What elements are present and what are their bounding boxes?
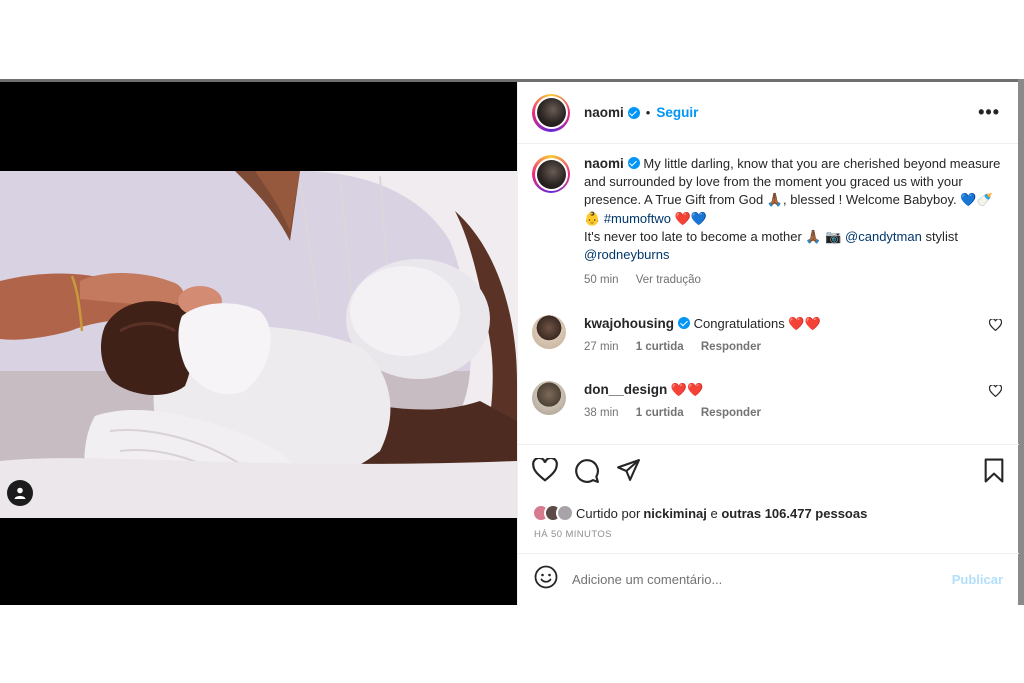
verified-icon — [627, 157, 640, 169]
post-caption: naomi My little darling, know that you a… — [532, 155, 1002, 286]
comment-likes[interactable]: 1 curtida — [636, 407, 684, 419]
avatar[interactable] — [532, 315, 566, 349]
likes-count[interactable]: outras 106.477 pessoas — [721, 506, 867, 521]
add-comment-bar: Publicar — [518, 553, 1019, 605]
caption-line2: It's never too late to become a mother 🙏… — [584, 228, 846, 244]
heart-icon[interactable] — [532, 456, 558, 487]
avatar[interactable] — [532, 93, 570, 132]
post-details-panel: naomi • Seguir ••• naomi My little darli… — [517, 82, 1019, 605]
comment-meta: 27 min 1 curtida Responder — [584, 341, 1002, 353]
reply-button[interactable]: Responder — [701, 341, 761, 353]
mention-link[interactable]: @candytman — [845, 229, 922, 244]
comment-username[interactable]: don__design — [584, 382, 667, 397]
comment-time: 38 min — [584, 407, 619, 419]
verified-icon — [678, 317, 691, 329]
comments-list[interactable]: naomi My little darling, know that you a… — [518, 145, 1019, 444]
baby-photo-illustration — [0, 171, 517, 518]
post-timestamp: HÁ 50 MINUTOS — [534, 529, 612, 540]
comment-text: ❤️❤️ — [670, 382, 704, 397]
post-photo[interactable] — [0, 171, 517, 518]
caption-time: 50 min — [584, 274, 619, 287]
action-bar — [532, 456, 1006, 489]
post-header: naomi • Seguir ••• — [518, 82, 1018, 144]
likes-conjunction: e — [706, 505, 722, 521]
avatar[interactable] — [532, 381, 566, 415]
translate-link[interactable]: Ver tradução — [636, 274, 701, 286]
comment-icon[interactable] — [574, 458, 600, 489]
comment-body: kwajohousing Congratulations ❤️❤️ — [584, 315, 1002, 333]
comment-time: 27 min — [584, 341, 619, 353]
liker-username[interactable]: nickiminaj — [643, 506, 707, 521]
publish-button[interactable]: Publicar — [952, 572, 1003, 587]
emoji-icon[interactable] — [534, 565, 558, 594]
comment-username[interactable]: kwajohousing — [584, 316, 674, 331]
comment-input[interactable] — [572, 572, 942, 587]
comment-likes[interactable]: 1 curtida — [636, 341, 684, 353]
comment-text: Congratulations ❤️❤️ — [693, 316, 821, 331]
follow-button[interactable]: Seguir — [656, 105, 698, 120]
section-divider — [518, 444, 1019, 445]
caption-emojis: ❤️💙 — [671, 210, 708, 226]
caption-avatar[interactable] — [532, 155, 570, 193]
author-username[interactable]: naomi — [584, 105, 624, 120]
caption-username[interactable]: naomi — [584, 156, 624, 171]
caption-meta: 50 min Ver tradução — [584, 274, 1002, 286]
caption-line3: stylist — [921, 228, 958, 244]
comment-body: don__design ❤️❤️ — [584, 381, 1002, 399]
reply-button[interactable]: Responder — [701, 407, 761, 419]
bookmark-icon[interactable] — [983, 458, 1005, 488]
comment-meta: 38 min 1 curtida Responder — [584, 407, 1002, 419]
likes-prefix: Curtido por — [576, 505, 641, 521]
ellipsis-icon[interactable]: ••• — [978, 102, 1000, 123]
hashtag-link[interactable]: #mumoftwo — [604, 211, 671, 226]
heart-icon[interactable] — [988, 384, 1003, 402]
liker-avatars[interactable] — [532, 504, 574, 522]
dot-separator: • — [645, 105, 651, 120]
caption-text: naomi My little darling, know that you a… — [584, 155, 1002, 264]
comment-item: don__design ❤️❤️ 38 min 1 curtida Respon… — [532, 381, 1003, 419]
comment-item: kwajohousing Congratulations ❤️❤️ 27 min… — [532, 315, 1003, 353]
verified-icon — [627, 106, 640, 119]
likes-summary: Curtido por nickiminaj e outras 106.477 … — [532, 504, 867, 522]
share-icon[interactable] — [616, 458, 641, 488]
heart-icon[interactable] — [988, 318, 1003, 336]
post-media — [0, 82, 517, 605]
user-tag-icon[interactable] — [7, 480, 33, 506]
mention-link[interactable]: @rodneyburns — [584, 247, 669, 262]
